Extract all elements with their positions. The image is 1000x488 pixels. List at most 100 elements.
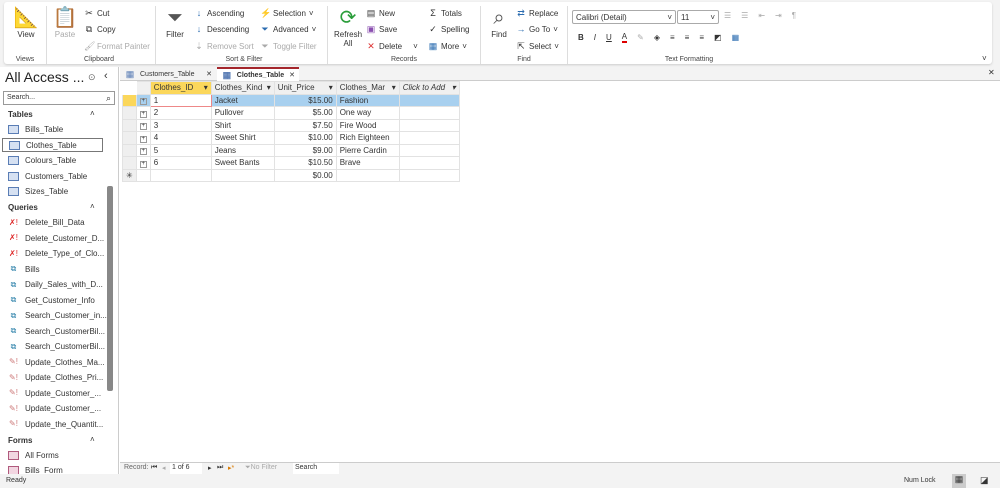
nav-item[interactable]: ⧉ Daily_Sales_with_D... [2,278,103,292]
expand-icon[interactable]: + [139,135,147,143]
font-size-select[interactable]: 11 ˅ [677,10,719,24]
dropdown-icon[interactable]: ▾ [329,83,333,92]
paragraph-direction-icon[interactable]: ¶ [792,11,796,20]
nav-menu-icon[interactable]: ⊙ [88,72,96,83]
table-cell[interactable] [135,168,151,182]
select-all-cell[interactable] [122,81,137,95]
close-document-icon[interactable]: ✕ [988,68,995,77]
click-to-add-column[interactable]: Click to Add ▾ [398,81,460,95]
column-header-clothes-id[interactable]: Clothes_ID ▾ [149,81,212,95]
dropdown-icon[interactable]: ▾ [392,83,396,92]
record-search-input[interactable]: Search [293,463,339,474]
highlight-icon[interactable]: ✎ [637,33,644,42]
design-view-icon[interactable]: ◪ [980,475,989,486]
nav-item[interactable]: ✎! Update_Customer_... [2,386,103,400]
totals-button[interactable]: Σ Totals [428,8,462,18]
nav-item[interactable]: ✎! Update_Clothes_Ma... [2,355,105,369]
expander-cell[interactable]: + [135,156,151,170]
replace-button[interactable]: ⇄ Replace [516,8,558,18]
nav-item[interactable]: Colours_Table [2,154,103,168]
advanced-button[interactable]: ⏷ Advanced ˅ [260,24,316,34]
table-cell[interactable]: 1 [149,93,212,107]
delete-button[interactable]: ✕ Delete ˅ [366,41,418,51]
copy-button[interactable]: ⧉ Copy [84,24,116,34]
nav-section-header[interactable]: Tables [8,110,33,119]
table-cell[interactable]: Rich Eighteen [335,131,400,145]
no-filter-button[interactable]: ⏷No Filter [245,464,277,472]
numbering-icon[interactable]: ☰ [741,11,748,20]
table-cell[interactable] [398,118,460,132]
record-selector[interactable] [122,118,137,132]
expander-cell[interactable]: + [135,143,151,157]
nav-item[interactable]: ✗! Delete_Type_of_Clo... [2,247,104,261]
record-selector[interactable] [122,93,137,107]
new-record-selector[interactable]: ✳ [122,168,137,182]
table-cell[interactable]: 4 [149,131,212,145]
table-cell[interactable]: 6 [149,156,212,170]
nav-item[interactable]: Sizes_Table [2,185,103,199]
close-icon[interactable]: ✕ [289,71,295,79]
table-cell[interactable]: Pullover [210,106,275,120]
table-cell[interactable] [398,143,460,157]
nav-scrollbar[interactable] [107,186,113,391]
expand-icon[interactable]: + [139,160,147,168]
collapse-pane-icon[interactable]: ‹ [104,70,108,82]
table-cell[interactable]: Shirt [210,118,275,132]
previous-record-icon[interactable]: ◂ [162,464,166,472]
expander-cell[interactable]: + [135,93,151,107]
record-selector[interactable] [122,106,137,120]
expand-icon[interactable]: + [139,148,147,156]
table-cell[interactable]: $5.00 [273,106,337,120]
nav-item[interactable]: ⧉ Search_CustomerBil... [2,324,105,338]
close-icon[interactable]: ✕ [206,70,212,78]
save-button[interactable]: ▣ Save [366,24,398,34]
decrease-indent-icon[interactable]: ⇤ [758,11,765,20]
nav-item[interactable]: ⧉ Search_Customer_in... [2,309,107,323]
new-record-icon[interactable]: ▸* [228,464,234,472]
bold-button[interactable]: B [578,33,584,42]
goto-button[interactable]: → Go To ˅ [516,24,558,34]
fill-color-icon[interactable]: ◈ [654,33,660,42]
select-button[interactable]: ⇱ Select ˅ [516,41,559,51]
expand-icon[interactable]: + [139,123,147,131]
column-header-clothes-kind[interactable]: Clothes_Kind ▾ [210,81,275,95]
table-cell[interactable]: $10.50 [273,156,337,170]
gridlines-icon[interactable]: ◩ [714,33,722,42]
dropdown-icon[interactable]: ▾ [267,83,271,92]
nav-item[interactable]: Bills_Table [2,123,103,137]
align-center-icon[interactable]: ≡ [685,33,690,42]
format-painter-button[interactable]: 🖌 Format Painter [84,41,150,51]
table-cell[interactable]: Fashion [335,93,400,107]
new-record-button[interactable]: ▤ New [366,8,395,18]
table-cell[interactable]: $0.00 [273,168,337,182]
table-cell[interactable]: Pierre Cardin [335,143,400,157]
table-cell[interactable]: Sweet Shirt [210,131,275,145]
descending-button[interactable]: ↓ Descending [194,24,250,34]
expander-cell[interactable]: + [135,131,151,145]
table-row[interactable]: +4 Sweet Shirt $10.00 Rich Eighteen [122,131,460,145]
column-header-unit-price[interactable]: Unit_Price ▾ [273,81,337,95]
tab-customers-table[interactable]: ▦ Customers_Table ✕ [120,67,216,81]
table-cell[interactable]: 3 [149,118,212,132]
table-cell[interactable] [398,93,460,107]
next-record-icon[interactable]: ▸ [208,464,212,472]
toggle-filter-button[interactable]: ⏷ Toggle Filter [260,41,316,51]
cut-button[interactable]: ✂ Cut [84,8,109,18]
spelling-button[interactable]: ✓ Spelling [428,24,469,34]
nav-item[interactable]: ⧉ Search_CustomerBil... [2,340,105,354]
tab-clothes-table[interactable]: ▦ Clothes_Table ✕ [217,67,299,81]
collapse-section-icon[interactable]: ˄ [90,202,95,211]
table-cell[interactable] [398,131,460,145]
table-row[interactable]: +5 Jeans $9.00 Pierre Cardin [122,143,460,157]
table-row[interactable]: +1 Jacket $15.00 Fashion [122,93,460,107]
table-cell[interactable] [210,168,275,182]
ascending-button[interactable]: ↓ Ascending [194,8,245,18]
filter-button[interactable]: ⏷ Filter [162,6,188,39]
expander-cell[interactable]: + [135,106,151,120]
current-record-field[interactable]: 1 of 6 [170,463,202,474]
more-button[interactable]: ▦ More ˅ [428,41,467,51]
table-cell[interactable] [149,168,212,182]
expander-cell[interactable]: + [135,118,151,132]
expand-icon[interactable]: + [139,110,147,118]
collapse-section-icon[interactable]: ˄ [90,109,95,118]
